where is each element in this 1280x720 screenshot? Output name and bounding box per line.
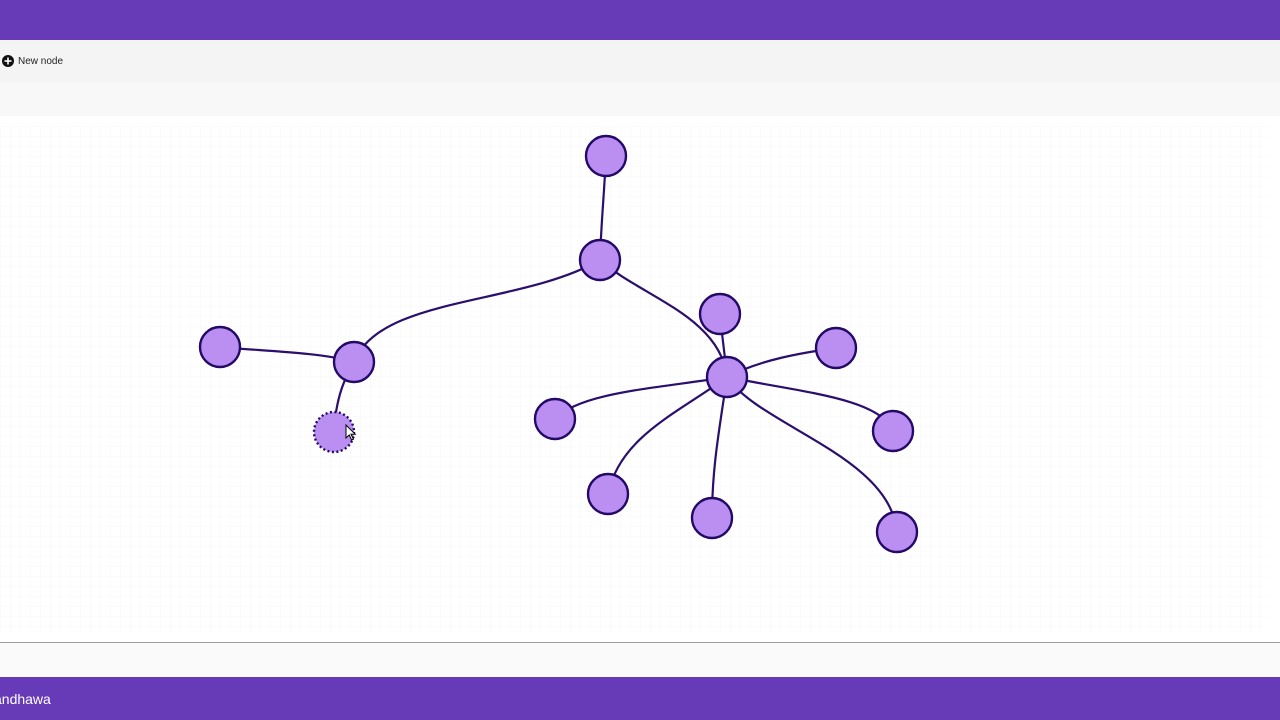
app-header [0, 0, 1280, 40]
footer-text: andhawa [0, 690, 51, 707]
graph-canvas[interactable] [0, 116, 1280, 643]
sub-toolbar [0, 82, 1280, 116]
graph-node[interactable] [871, 409, 915, 453]
graph-svg[interactable] [0, 116, 1280, 642]
graph-node[interactable] [198, 325, 242, 369]
new-node-button[interactable]: New node [2, 55, 63, 67]
new-node-label: New node [18, 55, 64, 67]
footer-spacer [0, 643, 1280, 677]
graph-node[interactable] [690, 496, 734, 540]
graph-node[interactable] [698, 292, 742, 336]
grid-background [0, 126, 1270, 632]
plus-circle-icon [2, 55, 14, 67]
app-footer: andhawa [0, 677, 1280, 720]
graph-node[interactable] [586, 472, 630, 516]
graph-node[interactable] [705, 355, 749, 399]
graph-node[interactable] [533, 397, 577, 441]
toolbar: New node [0, 40, 1280, 82]
graph-node[interactable] [578, 238, 622, 282]
graph-node[interactable] [875, 510, 919, 554]
graph-node[interactable] [332, 340, 376, 384]
graph-node[interactable] [584, 134, 628, 178]
graph-node[interactable] [814, 326, 858, 370]
